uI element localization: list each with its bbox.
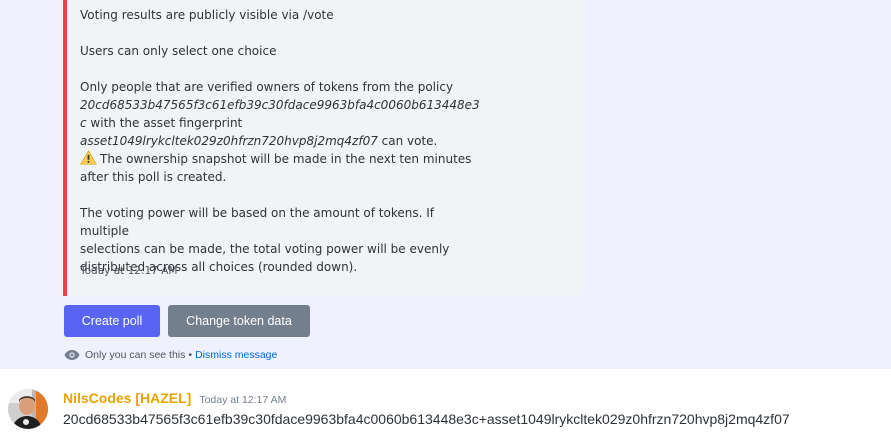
- avatar-image: [8, 389, 48, 429]
- can-vote-text: can vote.: [377, 134, 438, 148]
- separator-dot: •: [188, 349, 193, 361]
- snapshot-line1: The ownership snapshot will be made in t…: [100, 152, 472, 166]
- message-content: 20cd68533b47565f3c61efb39c30fdace9963bfa…: [63, 411, 790, 427]
- power-line1: The voting power will be based on the am…: [80, 206, 435, 238]
- only-you-text: Only you can see this: [85, 349, 186, 361]
- results-visibility-text: Voting results are publicly visible via …: [80, 8, 334, 22]
- embed-description: Voting results are publicly visible via …: [80, 6, 480, 276]
- asset-fingerprint: asset1049lrykcltek029z0hfrzn720hvp8j2mq4…: [80, 134, 378, 148]
- power-line2: selections can be made, the total voting…: [80, 242, 450, 256]
- ownership-text: Only people that are verified owners of …: [80, 78, 480, 186]
- dismiss-message-link[interactable]: Dismiss message: [195, 349, 277, 361]
- snapshot-line2: after this poll is created.: [80, 170, 227, 184]
- choice-limit-text: Users can only select one choice: [80, 44, 277, 58]
- eye-icon: [64, 350, 80, 360]
- message-timestamp: Today at 12:17 AM: [199, 394, 287, 406]
- warning-icon: [80, 150, 97, 165]
- embed-timestamp: Today at 12:17 AM: [80, 265, 178, 277]
- create-poll-button[interactable]: Create poll: [64, 305, 160, 337]
- fingerprint-intro: with the asset fingerprint: [86, 116, 243, 130]
- ephemeral-message: Voting results are publicly visible via …: [0, 0, 891, 369]
- policy-id-part2: c: [80, 116, 87, 130]
- author-name[interactable]: NilsCodes [HAZEL]: [63, 390, 191, 406]
- poll-info-embed: Voting results are publicly visible via …: [63, 0, 582, 296]
- change-token-data-button[interactable]: Change token data: [168, 305, 310, 337]
- avatar[interactable]: [8, 389, 48, 429]
- policy-id-part1: 20cd68533b47565f3c61efb39c30fdace9963bfa…: [80, 98, 480, 112]
- ephemeral-note: Only you can see this • Dismiss message: [64, 349, 277, 361]
- message-header: NilsCodes [HAZEL] Today at 12:17 AM: [63, 390, 286, 406]
- ownership-intro: Only people that are verified owners of …: [80, 80, 454, 94]
